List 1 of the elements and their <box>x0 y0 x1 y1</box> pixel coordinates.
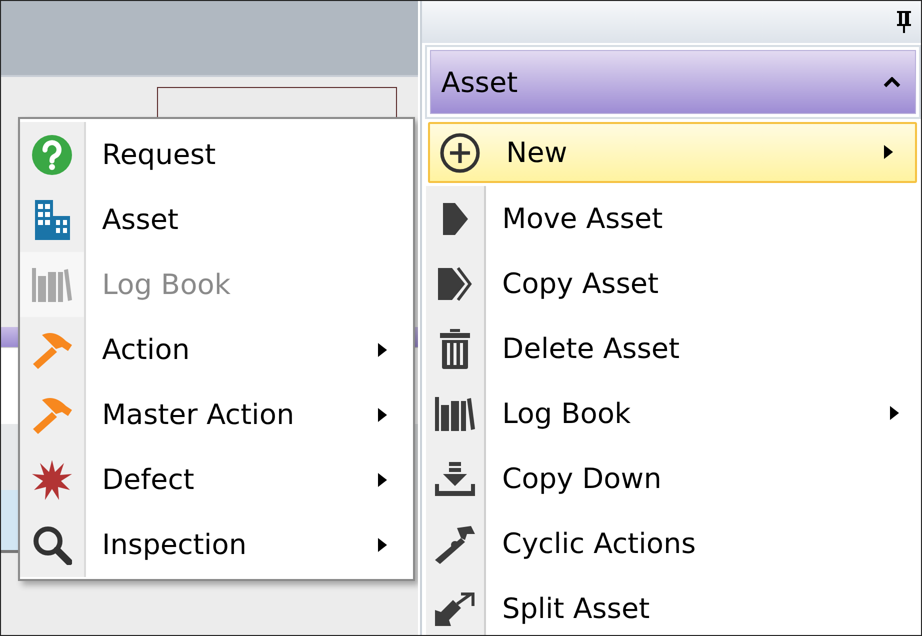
section-title: Asset <box>441 66 518 98</box>
